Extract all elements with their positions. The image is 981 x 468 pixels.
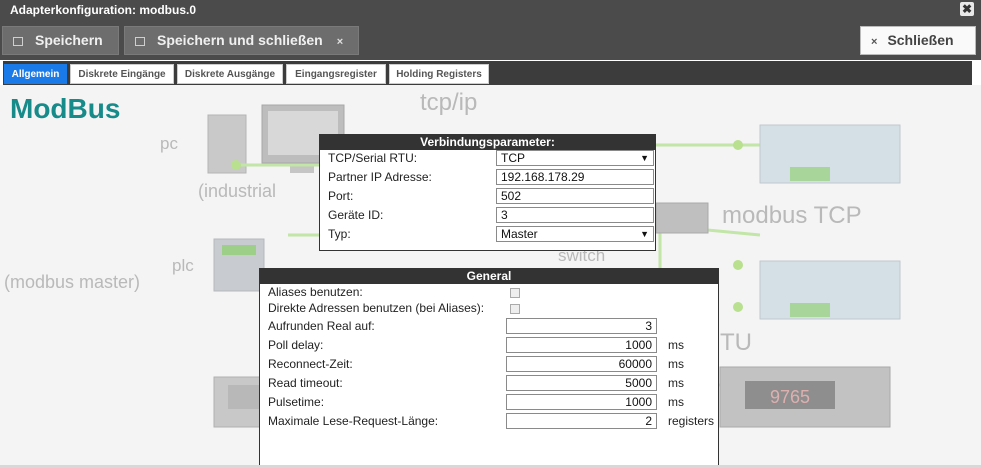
form-row: Direkte Adressen benutzen (bei Aliases):	[260, 300, 718, 318]
close-button[interactable]: × Schließen	[860, 26, 976, 55]
field-label: Partner IP Adresse:	[328, 170, 432, 184]
save-button[interactable]: Speichern	[2, 26, 119, 55]
bg-label-tcpip: tcp/ip	[420, 89, 477, 116]
device-id-input[interactable]: 3	[496, 207, 654, 223]
display-readout: 9765	[770, 387, 810, 407]
tab-eingangsregister[interactable]: Eingangsregister	[286, 64, 386, 84]
direct-addresses-checkbox[interactable]	[510, 304, 520, 314]
form-row: Reconnect-Zeit: 60000 ms	[260, 356, 718, 374]
connection-panel-title: Verbindungsparameter:	[320, 135, 655, 150]
field-label: Direkte Adressen benutzen (bei Aliases):	[268, 301, 485, 315]
field-label: Pulsetime:	[268, 395, 325, 409]
form-row: TCP/Serial RTU: TCP ▼	[320, 150, 655, 168]
form-row: Typ: Master ▼	[320, 226, 655, 244]
close-small-icon: ×	[336, 36, 344, 48]
tcp-serial-select[interactable]: TCP ▼	[496, 150, 654, 166]
form-row: Aufrunden Real auf: 3	[260, 318, 718, 336]
close-icon[interactable]: ✖	[960, 2, 974, 16]
form-row: Pulsetime: 1000 ms	[260, 394, 718, 412]
field-label: Aufrunden Real auf:	[268, 319, 375, 333]
bg-label-pc: pc	[160, 134, 178, 153]
field-label: Maximale Lese-Request-Länge:	[268, 414, 439, 428]
field-label: TCP/Serial RTU:	[328, 151, 418, 165]
connection-panel: Verbindungsparameter: TCP/Serial RTU: TC…	[319, 134, 656, 251]
page-title: ModBus	[10, 93, 121, 124]
save-icon	[13, 36, 23, 46]
unit-label: ms	[668, 376, 684, 390]
bg-label-rtu: TU	[720, 329, 752, 356]
form-row: Poll delay: 1000 ms	[260, 337, 718, 355]
field-label: Typ:	[328, 227, 351, 241]
bg-label-modbus-master: (modbus master)	[4, 272, 140, 292]
switch-icon	[655, 202, 709, 234]
general-panel: General Aliases benutzen: Direkte Adress…	[259, 268, 719, 465]
close-label: Schließen	[887, 32, 954, 48]
round-real-input[interactable]: 3	[506, 318, 657, 334]
unit-label: registers	[668, 414, 715, 428]
form-row: Port: 502	[320, 188, 655, 206]
reconnect-time-input[interactable]: 60000	[506, 356, 657, 372]
field-label: Reconnect-Zeit:	[268, 357, 353, 371]
unit-label: ms	[668, 357, 684, 371]
select-value: TCP	[501, 151, 525, 165]
dropdown-caret-icon: ▼	[640, 229, 649, 239]
general-panel-title: General	[260, 269, 718, 284]
tab-allgemein[interactable]: Allgemein	[4, 64, 67, 84]
unit-label: ms	[668, 395, 684, 409]
close-small-icon: ×	[871, 36, 878, 48]
save-close-button[interactable]: Speichern und schließen ×	[124, 26, 359, 55]
form-row: Read timeout: 5000 ms	[260, 375, 718, 393]
field-label: Read timeout:	[268, 376, 343, 390]
form-row: Partner IP Adresse: 192.168.178.29	[320, 169, 655, 187]
bg-label-industrial: (industrial	[198, 181, 276, 201]
field-label: Aliases benutzen:	[268, 285, 363, 299]
bg-label-plc: plc	[172, 256, 194, 275]
tab-diskrete-ausgaenge[interactable]: Diskrete Ausgänge	[177, 64, 283, 84]
read-timeout-input[interactable]: 5000	[506, 375, 657, 391]
select-value: Master	[501, 227, 538, 241]
field-label: Port:	[328, 189, 354, 203]
save-label: Speichern	[35, 32, 103, 48]
poll-delay-input[interactable]: 1000	[506, 337, 657, 353]
tab-holding-registers[interactable]: Holding Registers	[389, 64, 489, 84]
field-label: Poll delay:	[268, 338, 324, 352]
window-title: Adapterkonfiguration: modbus.0	[10, 3, 196, 17]
tab-diskrete-eingaenge[interactable]: Diskrete Eingänge	[70, 64, 174, 84]
max-read-request-length-input[interactable]: 2	[506, 413, 657, 429]
form-row: Geräte ID: 3	[320, 207, 655, 225]
aliases-checkbox[interactable]	[510, 288, 520, 298]
unit-label: ms	[668, 338, 684, 352]
save-close-label: Speichern und schließen	[157, 32, 323, 48]
toolbar: Speichern Speichern und schließen × × Schl…	[0, 21, 981, 60]
window-titlebar: Adapterkonfiguration: modbus.0 ✖	[0, 0, 981, 21]
field-label: Geräte ID:	[328, 208, 384, 222]
pulsetime-input[interactable]: 1000	[506, 394, 657, 410]
form-row: Maximale Lese-Request-Länge: 2 registers	[260, 413, 718, 431]
content-area: 9765 tcp/ip pc (industrial modbus TCP sw…	[0, 85, 981, 465]
save-icon	[135, 36, 145, 46]
partner-ip-input[interactable]: 192.168.178.29	[496, 169, 654, 185]
type-select[interactable]: Master ▼	[496, 226, 654, 242]
tab-bar: Allgemein Diskrete Eingänge Diskrete Aus…	[3, 61, 972, 85]
bg-label-modbus-tcp: modbus TCP	[722, 202, 862, 229]
port-input[interactable]: 502	[496, 188, 654, 204]
dropdown-caret-icon: ▼	[640, 153, 649, 163]
